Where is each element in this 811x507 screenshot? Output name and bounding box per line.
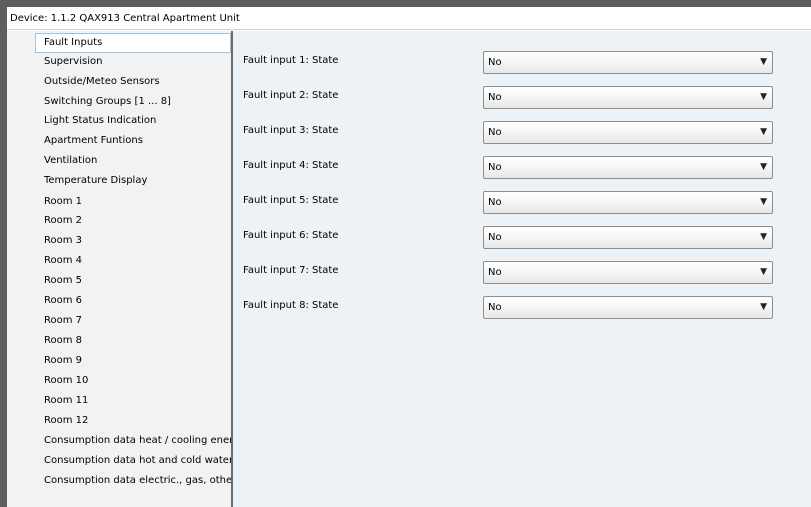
parameter-panel: Fault input 1: State No ▼ Fault input 2:… xyxy=(233,31,811,507)
fault-input-6-select[interactable]: No ▼ xyxy=(483,226,773,249)
sidebar-item-fault-inputs[interactable]: Fault Inputs xyxy=(35,33,231,53)
select-value: No xyxy=(488,57,502,68)
select-value: No xyxy=(488,162,502,173)
dropdown-arrow-icon: ▼ xyxy=(760,267,767,277)
fault-input-5-select[interactable]: No ▼ xyxy=(483,191,773,214)
sidebar-item-label: Outside/Meteo Sensors xyxy=(44,76,160,87)
fault-input-4-select[interactable]: No ▼ xyxy=(483,156,773,179)
sidebar-item-room-9[interactable]: Room 9 xyxy=(35,351,231,371)
dropdown-arrow-icon: ▼ xyxy=(760,197,767,207)
parameter-group-sidebar[interactable]: Fault Inputs Supervision Outside/Meteo S… xyxy=(7,31,231,507)
sidebar-item-label: Temperature Display xyxy=(44,175,148,186)
select-value: No xyxy=(488,92,502,103)
sidebar-item-label: Room 5 xyxy=(44,275,83,286)
sidebar-item-room-4[interactable]: Room 4 xyxy=(35,251,231,271)
sidebar-item-room-7[interactable]: Room 7 xyxy=(35,311,231,331)
fault-input-1-select[interactable]: No ▼ xyxy=(483,51,773,74)
sidebar-item-label: Room 12 xyxy=(44,415,89,426)
sidebar-item-label: Room 9 xyxy=(44,355,83,366)
sidebar-item-apartment-funtions[interactable]: Apartment Funtions xyxy=(35,131,231,151)
sidebar-item-light-status-indication[interactable]: Light Status Indication xyxy=(35,111,231,131)
sidebar-item-label: Room 6 xyxy=(44,295,83,306)
sidebar-item-label: Supervision xyxy=(44,56,103,67)
fault-input-5-label: Fault input 5: State xyxy=(243,195,339,206)
sidebar-item-temperature-display[interactable]: Temperature Display xyxy=(35,171,231,191)
sidebar-item-label: Room 7 xyxy=(44,315,83,326)
sidebar-item-label: Switching Groups [1 ... 8] xyxy=(44,96,171,107)
dropdown-arrow-icon: ▼ xyxy=(760,127,767,137)
sidebar-item-supervision[interactable]: Supervision xyxy=(35,52,231,72)
sidebar-item-room-10[interactable]: Room 10 xyxy=(35,371,231,391)
fault-input-2-label: Fault input 2: State xyxy=(243,90,339,101)
sidebar-item-label: Room 2 xyxy=(44,215,83,226)
fault-input-1-label: Fault input 1: State xyxy=(243,55,339,66)
sidebar-item-room-5[interactable]: Room 5 xyxy=(35,271,231,291)
fault-input-4-label: Fault input 4: State xyxy=(243,160,339,171)
fault-input-3-label: Fault input 3: State xyxy=(243,125,339,136)
sidebar-item-label: Room 8 xyxy=(44,335,83,346)
device-title: Device: 1.1.2 QAX913 Central Apartment U… xyxy=(10,13,240,24)
fault-input-8-select[interactable]: No ▼ xyxy=(483,296,773,319)
dropdown-arrow-icon: ▼ xyxy=(760,232,767,242)
sidebar-item-label: Room 3 xyxy=(44,235,83,246)
sidebar-item-room-1[interactable]: Room 1 xyxy=(35,192,231,212)
sidebar-item-room-8[interactable]: Room 8 xyxy=(35,331,231,351)
sidebar-item-room-2[interactable]: Room 2 xyxy=(35,211,231,231)
sidebar-item-label: Room 11 xyxy=(44,395,89,406)
fault-input-3-select[interactable]: No ▼ xyxy=(483,121,773,144)
dropdown-arrow-icon: ▼ xyxy=(760,92,767,102)
fault-input-7-label: Fault input 7: State xyxy=(243,265,339,276)
sidebar-item-room-12[interactable]: Room 12 xyxy=(35,411,231,431)
sidebar-item-label: Light Status Indication xyxy=(44,115,157,126)
fault-input-2-select[interactable]: No ▼ xyxy=(483,86,773,109)
sidebar-item-label: Apartment Funtions xyxy=(44,135,143,146)
sidebar-item-label: Room 1 xyxy=(44,196,83,207)
sidebar-item-label: Ventilation xyxy=(44,155,98,166)
dropdown-arrow-icon: ▼ xyxy=(760,162,767,172)
sidebar-item-room-11[interactable]: Room 11 xyxy=(35,391,231,411)
sidebar-item-ventilation[interactable]: Ventilation xyxy=(35,151,231,171)
device-title-bar: Device: 1.1.2 QAX913 Central Apartment U… xyxy=(7,7,811,30)
select-value: No xyxy=(488,127,502,138)
dropdown-arrow-icon: ▼ xyxy=(760,57,767,67)
sidebar-item-label: Consumption data heat / cooling energy xyxy=(44,435,231,446)
fault-input-6-label: Fault input 6: State xyxy=(243,230,339,241)
sidebar-item-switching-groups[interactable]: Switching Groups [1 ... 8] xyxy=(35,92,231,112)
select-value: No xyxy=(488,232,502,243)
sidebar-item-label: Consumption data hot and cold water xyxy=(44,455,231,466)
select-value: No xyxy=(488,267,502,278)
sidebar-item-consumption-heat-cooling[interactable]: Consumption data heat / cooling energy xyxy=(35,431,231,451)
select-value: No xyxy=(488,197,502,208)
select-value: No xyxy=(488,302,502,313)
fault-input-7-select[interactable]: No ▼ xyxy=(483,261,773,284)
sidebar-item-room-6[interactable]: Room 6 xyxy=(35,291,231,311)
fault-input-8-label: Fault input 8: State xyxy=(243,300,339,311)
dropdown-arrow-icon: ▼ xyxy=(760,302,767,312)
sidebar-item-label: Room 10 xyxy=(44,375,89,386)
sidebar-item-outside-meteo-sensors[interactable]: Outside/Meteo Sensors xyxy=(35,72,231,92)
sidebar-item-label: Room 4 xyxy=(44,255,83,266)
sidebar-item-room-3[interactable]: Room 3 xyxy=(35,231,231,251)
sidebar-item-label: Fault Inputs xyxy=(44,37,103,48)
sidebar-item-consumption-hot-cold-water[interactable]: Consumption data hot and cold water xyxy=(35,451,231,471)
sidebar-item-label: Consumption data electric., gas, other xyxy=(44,475,231,486)
sidebar-item-consumption-electric-gas[interactable]: Consumption data electric., gas, other xyxy=(35,471,231,491)
